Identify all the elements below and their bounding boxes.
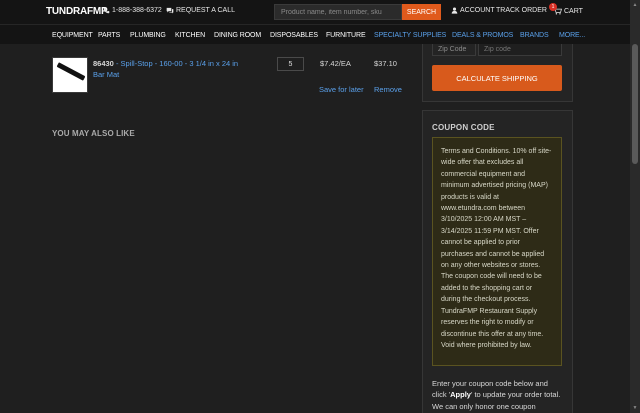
remove-item-link[interactable]: Remove: [374, 85, 402, 94]
main-nav: EQUIPMENT PARTS PLUMBING KITCHEN DINING …: [0, 24, 630, 44]
user-icon: [451, 7, 458, 14]
request-call-label: REQUEST A CALL: [176, 7, 236, 14]
nav-item-specialty-supplies[interactable]: SPECIALTY SUPPLIES: [374, 32, 446, 39]
product-sku: 86430: [93, 59, 114, 68]
cart-label: CART: [564, 7, 583, 15]
site-logo[interactable]: TUNDRAFMP: [46, 6, 108, 17]
nav-item-dining-room[interactable]: DINING ROOM: [214, 32, 261, 39]
nav-item-furniture[interactable]: FURNITURE: [326, 32, 366, 39]
nav-item-equipment[interactable]: EQUIPMENT: [52, 32, 93, 39]
product-thumbnail[interactable]: [52, 57, 88, 93]
scroll-up-icon[interactable]: ▲: [631, 2, 639, 8]
phone-number: 1-888-388-6372: [112, 7, 162, 14]
coupon-help-apply: Apply: [450, 390, 471, 400]
nav-item-more[interactable]: MORE...: [559, 32, 585, 39]
bar-mat-image: [56, 62, 86, 81]
coupon-terms: Terms and Conditions. 10% off site-wide …: [432, 137, 562, 366]
quantity-input[interactable]: [277, 57, 304, 71]
phone-icon: [103, 7, 110, 14]
nav-item-plumbing[interactable]: PLUMBING: [130, 32, 166, 39]
cart-count-badge: 1: [549, 3, 557, 11]
request-call-link[interactable]: REQUEST A CALL: [166, 7, 235, 14]
nav-item-deals-promos[interactable]: DEALS & PROMOS: [452, 32, 513, 39]
title-separator: -: [113, 59, 121, 68]
unit-price: $7.42/EA: [320, 59, 351, 68]
calculate-shipping-button[interactable]: CALCULATE SHIPPING: [432, 65, 562, 91]
product-title-link[interactable]: 86430 - Spill-Stop - 160-00 - 3 1/4 in x…: [93, 58, 243, 80]
account-link[interactable]: ACCOUNT: [451, 7, 495, 14]
nav-item-kitchen[interactable]: KITCHEN: [175, 32, 205, 39]
cart-link[interactable]: CART: [553, 7, 583, 15]
search-input[interactable]: [274, 4, 402, 20]
scrollbar-thumb[interactable]: [632, 44, 638, 164]
coupon-instructions: Enter your coupon code below and click '…: [432, 378, 562, 412]
zip-code-label: Zip Code: [432, 44, 476, 56]
account-label: ACCOUNT: [460, 7, 495, 14]
nav-item-brands[interactable]: BRANDS: [520, 32, 549, 39]
zip-code-input[interactable]: [478, 44, 562, 56]
you-may-also-like-heading: YOU MAY ALSO LIKE: [52, 129, 135, 138]
track-order-link[interactable]: TRACK ORDER: [496, 7, 547, 14]
top-header: TUNDRAFMP 1-888-388-6372 REQUEST A CALL …: [0, 0, 630, 24]
search-button[interactable]: SEARCH: [402, 4, 441, 20]
nav-item-parts[interactable]: PARTS: [98, 32, 120, 39]
scroll-down-icon[interactable]: ▼: [631, 405, 639, 411]
coupon-title: COUPON CODE: [432, 123, 495, 132]
nav-item-disposables[interactable]: DISPOSABLES: [270, 32, 318, 39]
save-for-later-link[interactable]: Save for later: [319, 85, 364, 94]
phone-link[interactable]: 1-888-388-6372: [103, 7, 162, 14]
line-total: $37.10: [374, 59, 397, 68]
cart-item-row: 86430 - Spill-Stop - 160-00 - 3 1/4 in x…: [52, 44, 404, 106]
chat-icon: [166, 7, 174, 14]
